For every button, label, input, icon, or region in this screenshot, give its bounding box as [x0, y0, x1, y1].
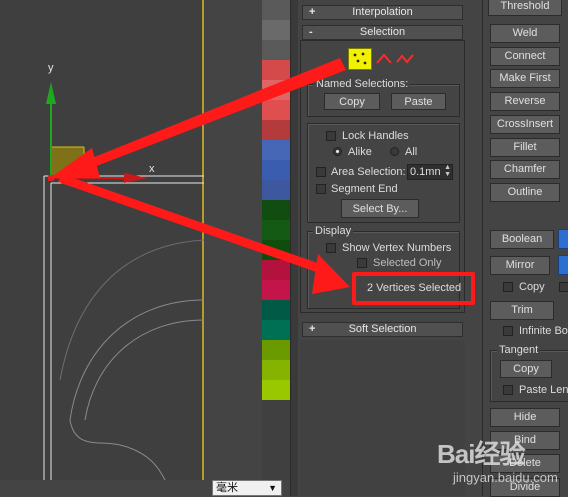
palette-swatch[interactable]	[262, 360, 290, 381]
palette-swatch[interactable]	[262, 40, 290, 61]
panel-scroll-gutter[interactable]	[290, 0, 298, 496]
palette-swatch[interactable]	[262, 320, 290, 341]
fillet-button[interactable]: Fillet	[490, 138, 560, 157]
weld-button[interactable]: Weld	[490, 24, 560, 43]
boolean-button[interactable]: Boolean	[490, 230, 554, 249]
palette-swatch[interactable]	[262, 280, 290, 301]
segment-icon	[376, 53, 392, 64]
units-dropdown-value: 毫米	[216, 482, 238, 494]
all-label: All	[405, 146, 418, 158]
palette-swatch[interactable]	[262, 240, 290, 261]
selected-only-label: Selected Only	[373, 257, 442, 269]
named-selections-title: Named Selections:	[314, 78, 411, 90]
palette-swatch[interactable]	[262, 180, 290, 201]
vertex-subobject-button[interactable]	[348, 48, 372, 70]
baidu-logo-text: Bai经验	[437, 439, 525, 469]
area-selection-checkbox[interactable]	[316, 167, 326, 177]
units-dropdown[interactable]: 毫米 ▼	[212, 480, 282, 496]
spline-icon	[396, 54, 414, 64]
palette-swatch[interactable]	[262, 380, 290, 401]
palette-swatch[interactable]	[262, 300, 290, 321]
mirror-copy-label: Copy	[519, 281, 545, 293]
palette-swatch[interactable]	[262, 140, 290, 161]
palette-swatch[interactable]	[262, 260, 290, 281]
palette-swatch[interactable]	[262, 20, 290, 41]
mirror-horizontal-icon[interactable]	[558, 255, 568, 275]
mirror-copy-checkbox[interactable]	[503, 282, 513, 292]
connect-button[interactable]: Connect	[490, 47, 560, 66]
show-vertex-numbers-label: Show Vertex Numbers	[342, 242, 452, 254]
trim-button[interactable]: Trim	[490, 301, 554, 320]
area-selection-value: 0.1mn	[410, 166, 441, 178]
segment-subobject-button[interactable]	[375, 50, 393, 68]
palette-swatch[interactable]	[262, 100, 290, 121]
chamfer-button[interactable]: Chamfer	[490, 160, 560, 179]
paste-length-checkbox[interactable]	[503, 385, 513, 395]
all-radio[interactable]	[390, 147, 399, 156]
palette-swatch[interactable]	[262, 160, 290, 181]
palette-swatch[interactable]	[262, 220, 290, 241]
show-vertex-numbers-checkbox[interactable]	[326, 243, 336, 253]
palette-swatch[interactable]	[262, 0, 290, 21]
about-pivot-checkbox[interactable]	[559, 282, 568, 292]
segment-end-checkbox[interactable]	[316, 184, 326, 194]
lock-handles-checkbox[interactable]	[326, 131, 336, 141]
crossinsert-button[interactable]: CrossInsert	[490, 115, 560, 134]
named-copy-button[interactable]: Copy	[324, 93, 380, 110]
spinner-arrows-icon: ▲ ▼	[444, 164, 451, 178]
named-paste-button[interactable]: Paste	[391, 93, 446, 110]
select-by-button[interactable]: Select By...	[341, 199, 419, 218]
paste-length-label: Paste Leng	[519, 384, 568, 396]
palette-swatch[interactable]	[262, 120, 290, 141]
palette-swatch[interactable]	[262, 200, 290, 221]
tangent-copy-button[interactable]: Copy	[500, 360, 552, 378]
outline-button[interactable]: Outline	[490, 183, 560, 202]
viewport[interactable]: y x	[0, 0, 204, 480]
status-highlight-box	[352, 272, 475, 305]
display-title: Display	[313, 225, 354, 237]
area-selection-label: Area Selection:	[331, 166, 406, 178]
mirror-button[interactable]: Mirror	[490, 256, 550, 275]
palette-swatch[interactable]	[262, 80, 290, 101]
infinite-bounds-checkbox[interactable]	[503, 326, 513, 336]
selected-only-checkbox[interactable]	[357, 258, 367, 268]
alike-label: Alike	[348, 146, 372, 158]
spline-subobject-button[interactable]	[396, 50, 416, 68]
axis-x-label: x	[149, 163, 155, 175]
make-first-button[interactable]: Make First	[490, 69, 560, 88]
palette-swatch[interactable]	[262, 60, 290, 81]
lock-handles-label: Lock Handles	[342, 130, 409, 142]
area-selection-spinner[interactable]: 0.1mn ▲ ▼	[407, 164, 453, 180]
viewport-canvas	[43, 82, 204, 480]
threshold-button[interactable]: Threshold	[488, 0, 562, 16]
alike-radio[interactable]	[333, 147, 342, 156]
right-panel-divider	[482, 0, 483, 496]
rollout-selection[interactable]: - Selection	[302, 25, 463, 40]
baidu-url: jingyan.baidu.com	[453, 470, 558, 485]
vertex-icon	[353, 52, 367, 65]
palette-swatch[interactable]	[262, 340, 290, 361]
boolean-union-icon[interactable]	[558, 229, 568, 249]
palette-bottom-gap	[262, 400, 290, 480]
chevron-down-icon: ▼	[268, 483, 277, 493]
baidu-watermark: Bai经验 jingyan.baidu.com	[435, 432, 568, 496]
axis-y-label: y	[48, 62, 54, 74]
color-palette	[262, 0, 290, 401]
rollout-soft-selection[interactable]: + Soft Selection	[302, 322, 463, 337]
infinite-bounds-label: Infinite Bo	[519, 325, 568, 337]
segment-end-label: Segment End	[331, 183, 398, 195]
rollout-interpolation[interactable]: + Interpolation	[302, 5, 463, 20]
hide-button[interactable]: Hide	[490, 408, 560, 427]
reverse-button[interactable]: Reverse	[490, 92, 560, 111]
tangent-title: Tangent	[497, 344, 541, 356]
